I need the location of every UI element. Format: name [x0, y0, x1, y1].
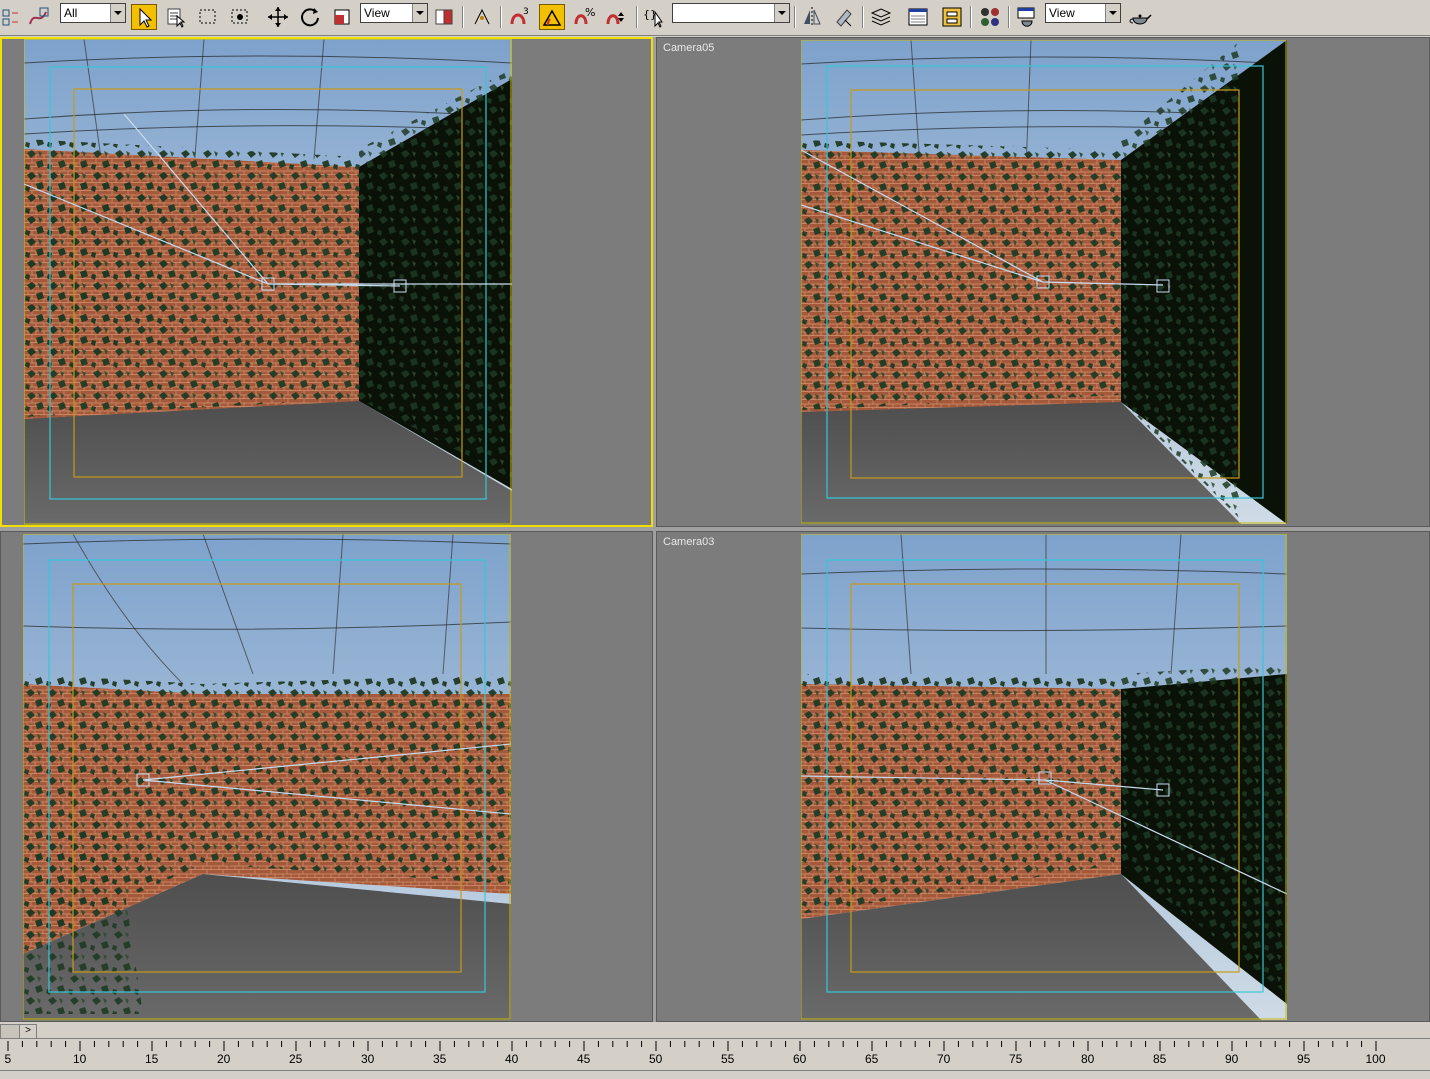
timeline-tick-label: 70 [937, 1052, 951, 1066]
camera-render-camera03 [801, 534, 1287, 1020]
chevron-down-icon [1105, 4, 1120, 22]
chevron-down-icon [412, 4, 427, 22]
reference-coordinate-dropdown[interactable]: View [360, 3, 428, 23]
timeline-tick-label: 35 [433, 1052, 447, 1066]
timeline-tick-label: 20 [217, 1052, 231, 1066]
timeline-tick-label: 55 [721, 1052, 735, 1066]
timeline-tick-label: 85 [1153, 1052, 1167, 1066]
toolbar-separator [462, 6, 464, 28]
selection-filter-value: All [64, 6, 78, 20]
chevron-down-icon [110, 4, 125, 22]
edit-named-selection-icon[interactable]: {} [641, 4, 667, 30]
angle-snap-toggle-icon[interactable] [539, 4, 565, 30]
timeline-tick-label: 65 [865, 1052, 879, 1066]
viewport-label[interactable]: Camera03 [663, 536, 714, 548]
curve-editor-icon[interactable] [905, 4, 931, 30]
timeline-tick-label: 25 [289, 1052, 303, 1066]
svg-text:%: % [585, 6, 595, 19]
snap-toggle-icon[interactable]: 3 [506, 4, 532, 30]
timeline-tick-label: 60 [793, 1052, 807, 1066]
schematic-view-icon[interactable] [939, 4, 965, 30]
viewport-camera03[interactable]: Camera03 [656, 531, 1430, 1022]
pivot-center-icon[interactable] [432, 4, 458, 30]
scale-icon[interactable] [329, 4, 355, 30]
select-and-manipulate-icon[interactable] [469, 4, 495, 30]
select-object-icon[interactable] [131, 4, 157, 30]
timeline-tick-label: 40 [505, 1052, 519, 1066]
timeline-tick-label: 95 [1297, 1052, 1311, 1066]
camera-render-camera05 [801, 40, 1287, 524]
camera-render-top-left [24, 39, 512, 525]
named-selection-dropdown[interactable] [672, 3, 790, 23]
timeline-tick-label: 90 [1225, 1052, 1239, 1066]
track-bar[interactable]: 5 10 15 20 25 30 35 40 45 50 55 60 65 70 75 80 85 90 95 100 [0, 1038, 1430, 1071]
mirror-icon[interactable] [799, 4, 825, 30]
toolbar-separator [970, 6, 972, 28]
viewport-top-left[interactable] [0, 37, 653, 527]
percent-snap-icon[interactable]: % [571, 4, 597, 30]
quick-render-teapot-icon[interactable] [1127, 4, 1153, 30]
toolbar-separator [636, 6, 638, 28]
move-icon[interactable] [265, 4, 291, 30]
viewport-label[interactable]: Camera05 [663, 42, 714, 54]
render-type-dropdown[interactable]: View [1045, 3, 1121, 23]
camera-render-bottom-left [23, 534, 511, 1020]
timeline-tick-label: 80 [1081, 1052, 1095, 1066]
toolbar-separator [500, 6, 502, 28]
spinner-snap-icon[interactable] [603, 4, 629, 30]
align-icon[interactable] [831, 4, 857, 30]
time-slider-thumb[interactable] [0, 1024, 20, 1039]
timeline-tick-label: 15 [145, 1052, 159, 1066]
timeline-tick-label: 100 [1365, 1052, 1386, 1066]
timeline-tick-label: 50 [649, 1052, 663, 1066]
window-crossing-icon[interactable] [227, 4, 253, 30]
timeline-ticks [7, 1041, 1377, 1051]
viewport-bottom-left[interactable] [0, 531, 653, 1022]
timeline-tick-label: 75 [1009, 1052, 1023, 1066]
render-type-value: View [1049, 6, 1075, 20]
rotate-icon[interactable] [297, 4, 323, 30]
unlink-icon[interactable] [0, 4, 26, 30]
chevron-down-icon [774, 4, 789, 22]
next-frame-button[interactable]: > [19, 1024, 37, 1039]
bind-to-space-warp-icon[interactable] [26, 4, 52, 30]
toolbar-separator [1008, 6, 1010, 28]
timeline-tick-label: 45 [577, 1052, 591, 1066]
selection-filter-dropdown[interactable]: All [60, 3, 126, 23]
viewport-camera05[interactable]: Camera05 [656, 37, 1430, 527]
timeline-tick-label: 5 [4, 1052, 12, 1066]
viewport-layout: Camera05 Camera03 [0, 37, 1430, 1022]
toolbar-separator [862, 6, 864, 28]
material-editor-icon[interactable] [977, 4, 1003, 30]
rectangular-selection-icon[interactable] [195, 4, 221, 30]
main-toolbar: All View 3 % {} View [0, 0, 1430, 36]
timeline-tick-label: 10 [73, 1052, 87, 1066]
select-by-name-icon[interactable] [163, 4, 189, 30]
toolbar-separator [794, 6, 796, 28]
reference-coordinate-value: View [364, 6, 390, 20]
time-slider[interactable]: > [0, 1022, 1430, 1039]
svg-text:3: 3 [523, 7, 529, 17]
render-scene-dialog-icon[interactable] [1014, 4, 1040, 30]
timeline-tick-label: 30 [361, 1052, 375, 1066]
layer-manager-icon[interactable] [868, 4, 894, 30]
